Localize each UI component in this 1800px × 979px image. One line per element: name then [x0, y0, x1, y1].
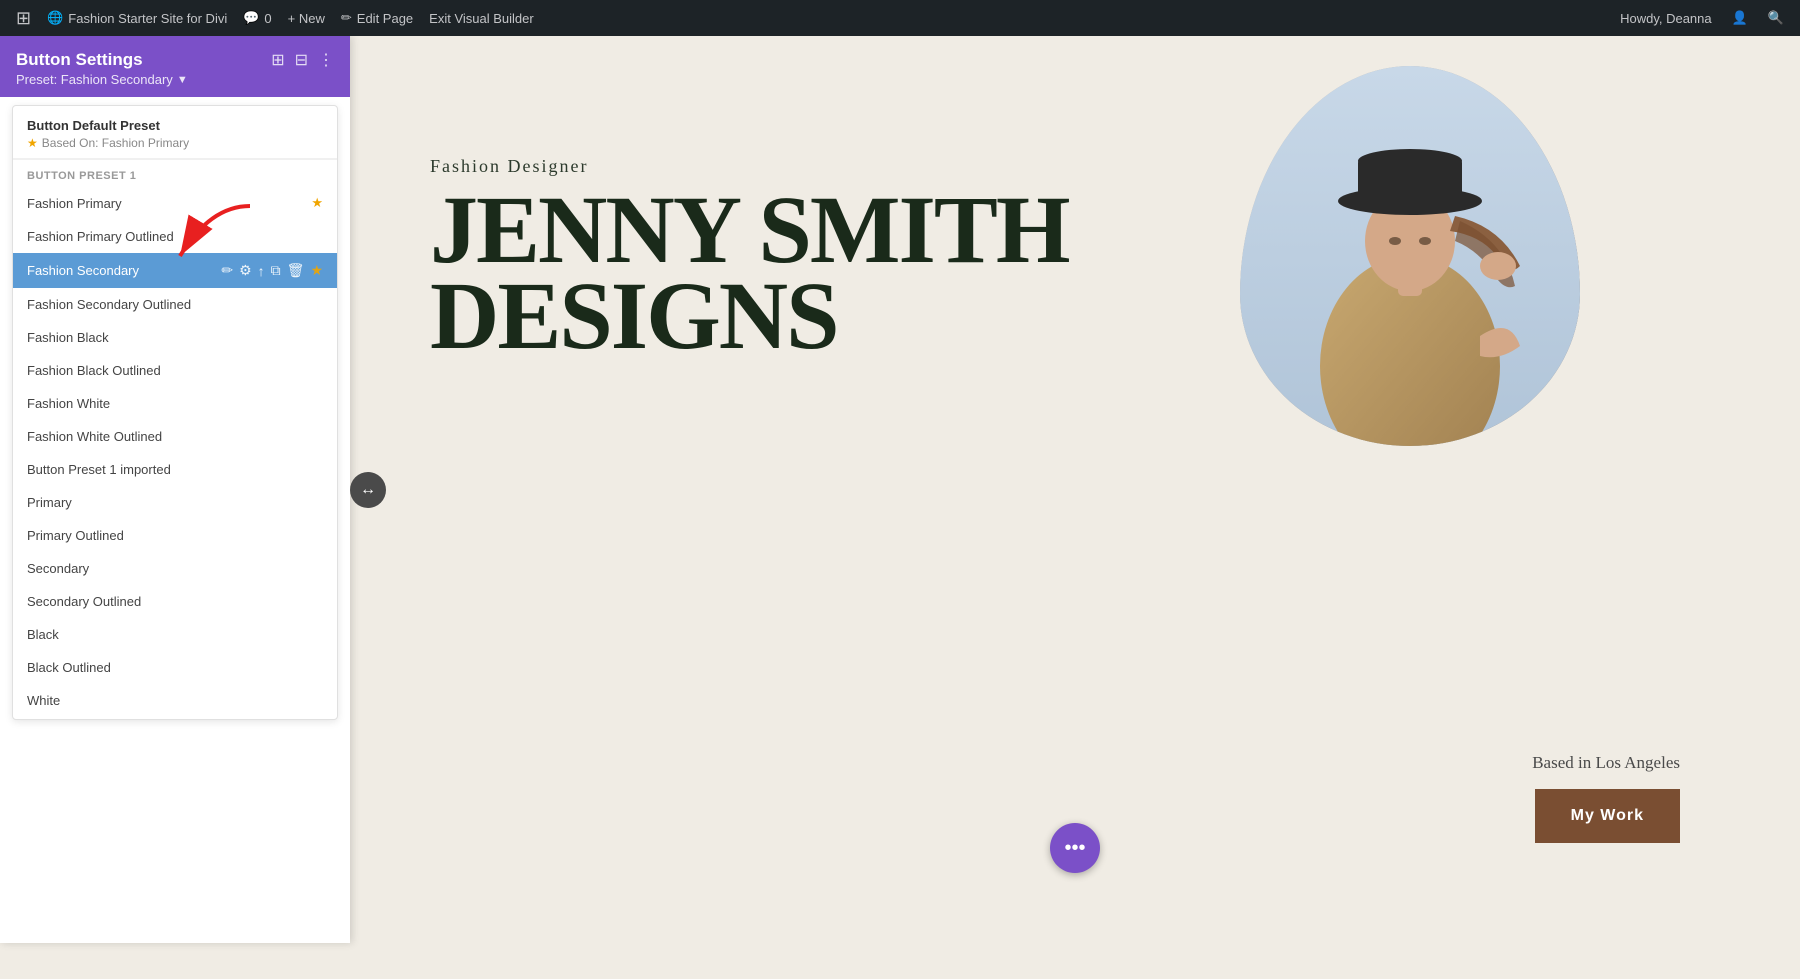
fashion-hero-image [1240, 66, 1580, 446]
new-button[interactable]: + New [280, 0, 333, 36]
dropdown-panel: Button Default Preset ★ Based On: Fashio… [12, 105, 338, 720]
grid-icon[interactable]: ⊞ [271, 50, 284, 70]
wp-logo-button[interactable]: ⊞ [8, 0, 39, 36]
comments-button[interactable]: 💬 0 [235, 0, 279, 36]
panel-title: Button Settings [16, 50, 143, 70]
preset-label-text: Preset: Fashion Secondary [16, 72, 173, 87]
preset-item-fashion-primary-outlined[interactable]: Fashion Primary Outlined [13, 220, 337, 253]
site-name-link[interactable]: 🌐 Fashion Starter Site for Divi [39, 0, 235, 36]
preset-item-black-outlined[interactable]: Black Outlined [13, 651, 337, 684]
panel-header: Button Settings ⊞ ⊟ ⋮ Preset: Fashion Se… [0, 36, 350, 97]
preset-list: Button Preset 1 Fashion Primary ★ Fashio… [13, 159, 337, 719]
star-icon: ★ [27, 136, 38, 150]
preset-item-fashion-black[interactable]: Fashion Black [13, 321, 337, 354]
panel-expand-handle[interactable]: ↔ [350, 472, 386, 508]
based-on-label: Based On: Fashion Primary [42, 136, 189, 150]
preset-item-black[interactable]: Black [13, 618, 337, 651]
fashion-name-line1: JENNY SMITH [430, 187, 1069, 273]
admin-bar-right: Howdy, Deanna 👤 🔍 [1612, 0, 1792, 36]
main-content: Fashion Designer JENNY SMITH DESIGNS Bas… [350, 36, 1800, 943]
left-panel: Button Settings ⊞ ⊟ ⋮ Preset: Fashion Se… [0, 36, 350, 943]
columns-icon[interactable]: ⊟ [295, 50, 308, 70]
admin-bar: ⊞ 🌐 Fashion Starter Site for Divi 💬 0 + … [0, 0, 1800, 36]
preset-item-fashion-black-outlined[interactable]: Fashion Black Outlined [13, 354, 337, 387]
preset-item-fashion-primary[interactable]: Fashion Primary ★ [13, 186, 337, 220]
preset-item-primary[interactable]: Primary [13, 486, 337, 519]
fashion-background: Fashion Designer JENNY SMITH DESIGNS Bas… [350, 36, 1800, 943]
preset-item-secondary-outlined[interactable]: Secondary Outlined [13, 585, 337, 618]
group-label: Button Preset 1 [13, 159, 337, 186]
avatar-icon: 👤 [1732, 10, 1748, 26]
preset-item-white[interactable]: White [13, 684, 337, 717]
new-label: + New [288, 11, 325, 26]
fashion-location: Based in Los Angeles [1532, 753, 1680, 773]
preset-item-white-outlined[interactable]: White Outlined [13, 717, 337, 719]
settings-preset-icon[interactable]: ⚙ [239, 262, 252, 279]
fab-bubble[interactable]: ••• [1050, 823, 1100, 873]
dropdown-header: Button Default Preset ★ Based On: Fashio… [13, 106, 337, 159]
exit-builder-label: Exit Visual Builder [429, 11, 534, 26]
export-preset-icon[interactable]: ↑ [258, 263, 265, 279]
preset-item-primary-outlined[interactable]: Primary Outlined [13, 519, 337, 552]
preset-item-secondary[interactable]: Secondary [13, 552, 337, 585]
my-work-button[interactable]: My Work [1535, 789, 1680, 843]
dropdown-default-preset-title: Button Default Preset [27, 118, 323, 133]
panel-header-top: Button Settings ⊞ ⊟ ⋮ [16, 50, 334, 70]
comment-icon: 💬 [243, 10, 259, 26]
edit-icon: ✏ [341, 10, 352, 26]
search-icon: 🔍 [1768, 10, 1784, 26]
planet-icon: 🌐 [47, 10, 63, 26]
edit-page-button[interactable]: ✏ Edit Page [333, 0, 421, 36]
person-illustration [1240, 66, 1580, 446]
fashion-name-line2: DESIGNS [430, 273, 1069, 359]
delete-preset-icon[interactable]: 🗑 [287, 262, 305, 279]
howdy-text: Howdy, Deanna [1612, 11, 1720, 26]
duplicate-preset-icon[interactable]: ⧉ [271, 262, 281, 279]
fashion-subtitle: Fashion Designer [430, 156, 1069, 177]
site-name-text: Fashion Starter Site for Divi [68, 11, 227, 26]
edit-page-label: Edit Page [357, 11, 413, 26]
panel-header-icons: ⊞ ⊟ ⋮ [271, 50, 334, 70]
edit-preset-icon[interactable]: ✏ [221, 262, 233, 279]
my-work-label: My Work [1571, 807, 1644, 824]
expand-icon: ↔ [360, 481, 376, 499]
preset-item-fashion-white[interactable]: Fashion White [13, 387, 337, 420]
active-item-actions: ✏ ⚙ ↑ ⧉ 🗑 ★ [221, 262, 323, 279]
preset-item-fashion-secondary-outlined[interactable]: Fashion Secondary Outlined [13, 288, 337, 321]
dropdown-based-on: ★ Based On: Fashion Primary [27, 136, 323, 150]
chevron-down-icon: ▼ [177, 74, 188, 86]
wp-logo-icon: ⊞ [16, 8, 31, 29]
preset-item-fashion-white-outlined[interactable]: Fashion White Outlined [13, 420, 337, 453]
avatar-button[interactable]: 👤 [1724, 0, 1756, 36]
preset-item-button-preset-1-imported[interactable]: Button Preset 1 imported [13, 453, 337, 486]
comment-count: 0 [264, 11, 271, 26]
fashion-text-area: Fashion Designer JENNY SMITH DESIGNS [430, 156, 1069, 360]
fashion-bottom-right: Based in Los Angeles My Work [1532, 753, 1680, 843]
fashion-name: JENNY SMITH DESIGNS [430, 187, 1069, 360]
fab-icon: ••• [1064, 837, 1085, 860]
star-fashion-primary-icon[interactable]: ★ [311, 195, 323, 211]
star-preset-icon[interactable]: ★ [310, 262, 323, 279]
search-button[interactable]: 🔍 [1760, 0, 1792, 36]
exit-builder-button[interactable]: Exit Visual Builder [421, 0, 542, 36]
preset-label[interactable]: Preset: Fashion Secondary ▼ [16, 72, 334, 87]
more-options-icon[interactable]: ⋮ [318, 50, 334, 70]
preset-item-fashion-secondary[interactable]: Fashion Secondary ✏ ⚙ ↑ ⧉ 🗑 ★ [13, 253, 337, 288]
